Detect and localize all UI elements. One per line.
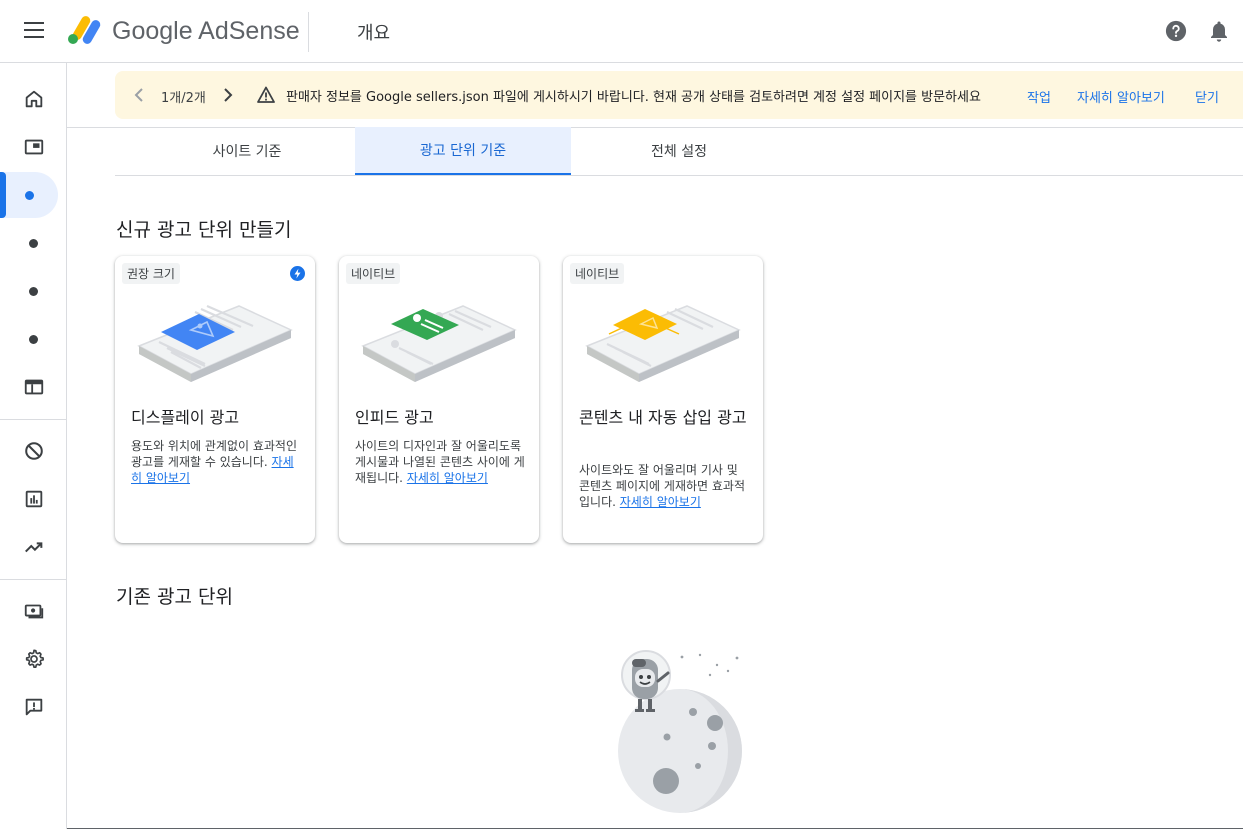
settings-icon [25,649,44,668]
nav-dot-icon [29,286,38,296]
nav-settings[interactable] [0,636,67,682]
banner-learn-more-link[interactable]: 자세히 알아보기 [1077,87,1165,106]
nav-sites[interactable] [0,124,67,170]
banner-counter: 1개/2개 [161,91,206,106]
bolt-icon [290,266,305,281]
nav-sub-item-3[interactable] [0,316,67,362]
header-divider [308,12,309,52]
main-menu-icon[interactable] [24,22,44,38]
banner-close-link[interactable]: 닫기 [1195,87,1219,106]
site-icon [24,139,43,155]
new-ad-units-heading: 신규 광고 단위 만들기 [116,219,292,241]
in-article-ads-card[interactable]: 네이티브 콘텐츠 내 자동 삽입 광고 사이트와도 잘 어울리며 기사 및 콘텐… [563,256,763,543]
feedback-icon [25,698,42,716]
nav-ads-active[interactable] [0,172,58,218]
tab-by-ad-unit[interactable]: 광고 단위 기준 [355,127,571,175]
native-chip: 네이티브 [346,263,401,284]
warning-icon [257,86,275,103]
infeed-ads-card[interactable]: 네이티브 인피드 광고 사이트의 디자인과 잘 어울리도록 게시물과 나열된 콘… [339,256,539,543]
nav-home[interactable] [0,76,67,122]
learn-more-link[interactable]: 자세히 알아보기 [407,471,488,485]
nav-dot-icon [24,190,34,200]
nav-sub-item-1[interactable] [0,220,67,266]
in-article-ad-illustration [585,305,741,382]
recommended-chip: 권장 크기 [122,263,180,284]
display-ads-card[interactable]: 권장 크기 디스플레이 광고 용도와 위치에 관계없이 효과적인 광고를 게재할… [115,256,315,543]
top-app-bar: Google AdSense 개요 [0,0,1243,63]
layout-icon [24,379,43,395]
payments-icon [24,604,43,619]
card-description: 사이트의 디자인과 잘 어울리도록 게시물과 나열된 콘텐츠 사이에 게재됩니다… [355,439,525,485]
infeed-ad-illustration [361,305,517,382]
card-description: 용도와 위치에 관계없이 효과적인 광고를 게재할 수 있습니다. 자세히 알아… [131,439,298,485]
nav-feedback[interactable] [0,684,67,730]
banner-action-link[interactable]: 작업 [1027,87,1051,106]
report-icon [25,490,42,508]
nav-divider [0,419,66,420]
tab-bar: 사이트 기준 광고 단위 기준 전체 설정 [115,127,1243,176]
card-title: 인피드 광고 [355,408,434,427]
nav-layout[interactable] [0,364,67,410]
nav-optimization[interactable] [0,524,67,570]
chevron-left-icon[interactable] [132,85,146,105]
home-icon [25,90,42,108]
trending-icon [24,542,42,553]
tab-global-settings[interactable]: 전체 설정 [571,127,787,175]
card-title: 콘텐츠 내 자동 삽입 광고 [579,408,747,427]
learn-more-link[interactable]: 자세히 알아보기 [620,495,701,509]
nav-payments[interactable] [0,588,67,634]
display-ad-illustration [137,304,293,382]
adsense-logo-icon [68,16,101,44]
chevron-right-icon[interactable] [221,85,235,105]
astronaut-moon-illustration [618,650,742,813]
notification-banner: 1개/2개 판매자 정보를 Google sellers.json 파일에 게시… [115,71,1243,119]
nav-divider [0,579,66,580]
block-icon [24,442,43,460]
nav-reports[interactable] [0,476,67,522]
nav-dot-icon [29,238,38,248]
existing-ad-units-heading: 기존 광고 단위 [116,586,233,608]
nav-sub-item-2[interactable] [0,268,67,314]
card-title: 디스플레이 광고 [131,408,240,427]
brand-name: Google AdSense [112,17,300,45]
nav-blocking[interactable] [0,428,67,474]
page-title: 개요 [357,23,391,44]
help-icon[interactable] [1165,20,1187,42]
native-chip: 네이티브 [570,263,625,284]
side-nav [0,63,67,829]
notifications-bell-icon[interactable] [1209,20,1229,42]
tab-by-site[interactable]: 사이트 기준 [139,127,355,175]
banner-message: 판매자 정보를 Google sellers.json 파일에 게시하시기 바랍… [286,90,981,105]
card-description: 사이트와도 잘 어울리며 기사 및 콘텐츠 페이지에 게재하면 효과적입니다. … [579,463,746,509]
nav-dot-icon [29,334,38,344]
